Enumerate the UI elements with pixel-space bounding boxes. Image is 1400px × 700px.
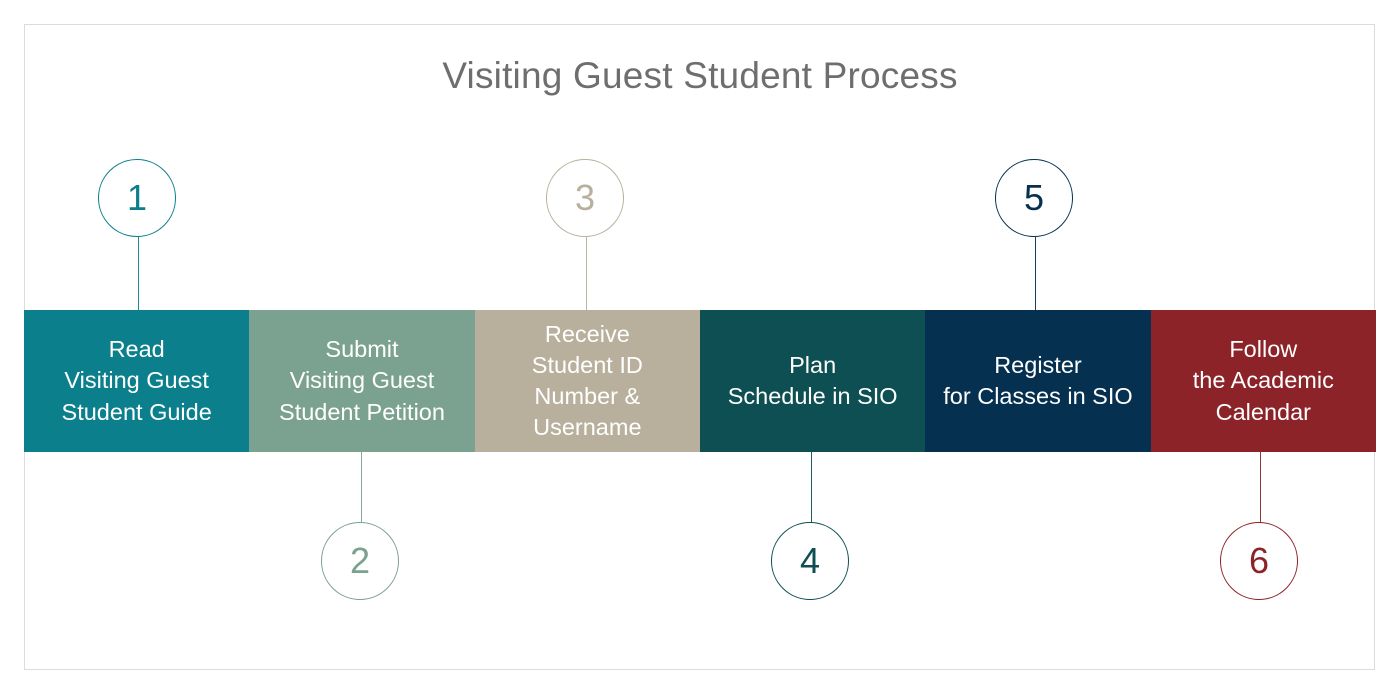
step-connector-5 [1034,237,1036,310]
step-number-circle-1[interactable]: 1 [98,159,176,237]
step-number-circle-4[interactable]: 4 [771,522,849,600]
step-marker-3[interactable]: 3 [546,159,626,310]
step-box-5[interactable]: Register for Classes in SIO [925,310,1151,452]
step-connector-4 [810,452,812,523]
step-number-circle-2[interactable]: 2 [321,522,399,600]
step-box-6[interactable]: Follow the Academic Calendar [1150,310,1376,452]
step-number-5: 5 [1023,177,1045,218]
step-number-4: 4 [799,540,821,581]
step-number-6: 6 [1248,540,1270,581]
step-number-circle-3[interactable]: 3 [546,159,624,237]
step-box-4[interactable]: Plan Schedule in SIO [699,310,926,452]
step-box-1[interactable]: Read Visiting Guest Student Guide [24,310,250,452]
step-connector-1 [137,237,139,310]
step-marker-2[interactable]: 2 [321,452,401,603]
step-number-2: 2 [349,540,371,581]
step-marker-6[interactable]: 6 [1220,452,1300,603]
step-number-circle-5[interactable]: 5 [995,159,1073,237]
step-connector-6 [1259,452,1261,523]
step-number-1: 1 [126,177,148,218]
step-marker-1[interactable]: 1 [98,159,178,310]
step-connector-3 [585,237,587,310]
step-number-circle-6[interactable]: 6 [1220,522,1298,600]
process-step-band: Read Visiting Guest Student Guide Submit… [24,310,1376,452]
step-connector-2 [360,452,362,523]
infographic-canvas: Visiting Guest Student Process Read Visi… [0,0,1400,700]
step-marker-4[interactable]: 4 [771,452,851,603]
page-title: Visiting Guest Student Process [442,55,958,96]
step-number-3: 3 [574,177,596,218]
step-box-2[interactable]: Submit Visiting Guest Student Petition [249,310,475,452]
step-box-3[interactable]: Receive Student ID Number & Username [474,310,700,452]
step-marker-5[interactable]: 5 [995,159,1075,310]
